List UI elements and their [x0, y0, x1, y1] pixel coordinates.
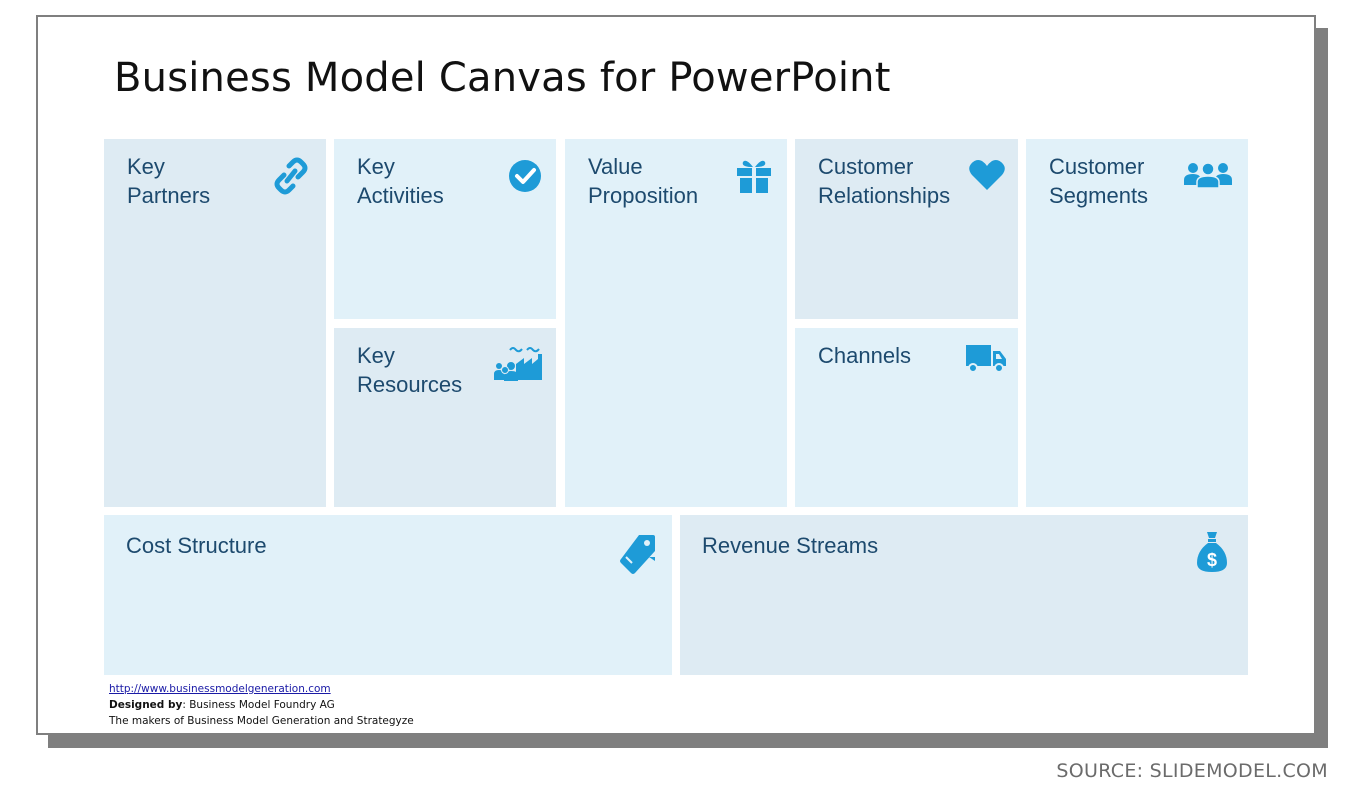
revenue-streams-label: Revenue Streams [702, 533, 879, 558]
link-icon [274, 157, 308, 195]
source-credit: SOURCE: SLIDEMODEL.COM [1056, 760, 1328, 782]
heart-icon [969, 159, 1005, 191]
gift-icon [736, 158, 772, 194]
value-proposition-label: Value Proposition [588, 154, 699, 208]
cost-structure-block: Cost Structure [104, 515, 672, 675]
footer-url[interactable]: http://www.businessmodelgeneration.com [109, 683, 331, 695]
designed-by-label: Designed by [109, 699, 183, 711]
channels-block: Channels [795, 328, 1018, 507]
key-activities-label: Key Activities [357, 154, 444, 208]
check-circle-icon [508, 159, 542, 193]
customer-relationships-label: Customer Relationships [818, 154, 951, 208]
revenue-streams-block: Revenue Streams $ [680, 515, 1248, 675]
footer-url-link[interactable]: http://www.businessmodelgeneration.com [109, 683, 331, 695]
price-tag-icon [619, 533, 657, 577]
key-partners-block: Key Partners [104, 139, 326, 507]
truck-icon [965, 342, 1007, 374]
svg-text:$: $ [1207, 550, 1217, 570]
value-proposition-block: Value Proposition [565, 139, 787, 507]
key-activities-block: Key Activities [334, 139, 556, 319]
footer-designed-by: Designed by: Business Model Foundry AG [109, 699, 335, 711]
cost-structure-label: Cost Structure [126, 533, 267, 558]
slide-title: Business Model Canvas for PowerPoint [114, 55, 891, 101]
slide: Business Model Canvas for PowerPoint Key… [36, 15, 1316, 735]
factory-people-icon [494, 344, 544, 382]
channels-label: Channels [818, 343, 911, 368]
key-partners-label: Key Partners [127, 154, 211, 208]
footer-makers: The makers of Business Model Generation … [109, 715, 414, 727]
money-bag-icon: $ [1196, 531, 1228, 573]
key-resources-block: Key Resources [334, 328, 556, 507]
users-icon [1184, 161, 1232, 189]
customer-segments-label: Customer Segments [1049, 154, 1149, 208]
customer-segments-block: Customer Segments [1026, 139, 1248, 507]
designed-by-value: : Business Model Foundry AG [182, 699, 335, 711]
customer-relationships-block: Customer Relationships [795, 139, 1018, 319]
key-resources-label: Key Resources [357, 343, 463, 397]
